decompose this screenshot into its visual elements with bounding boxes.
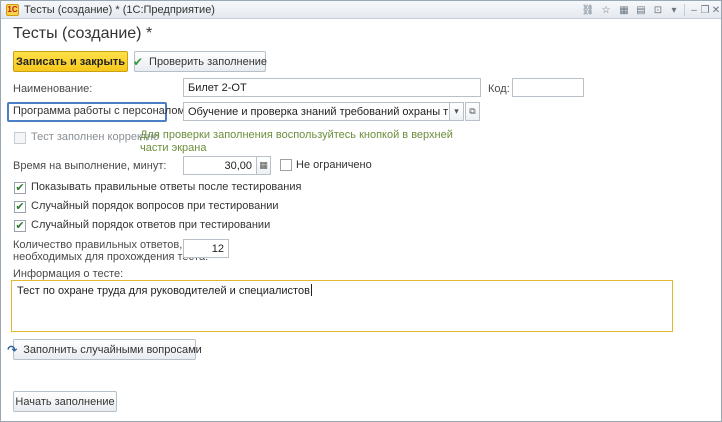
fill-random-button[interactable]: ↷ Заполнить случайными вопросами [7,339,202,360]
favorite-icon[interactable]: ☆ [599,3,613,17]
info-textarea[interactable]: Тест по охране труда для руководителей и… [11,280,673,332]
code-label: Код: [488,83,510,95]
calendar-icon[interactable]: ▦ [617,3,631,17]
show-answers-label: Показывать правильные ответы после тести… [31,181,302,193]
program-dropdown-button[interactable]: ▾ [449,102,464,121]
link-icon[interactable]: ⛓ [581,3,595,17]
window-title: Тесты (создание) * (1С:Предприятие) [24,4,215,16]
time-field[interactable]: 30,00 [183,156,257,175]
app-logo-icon: 1С [6,4,19,16]
title-bar: 1С Тесты (создание) * (1С:Предприятие) ⛓… [1,1,721,19]
correct-count-label-line2: необходимых для прохождения теста: [13,251,209,263]
window: 1С Тесты (создание) * (1С:Предприятие) ⛓… [0,0,722,422]
program-field[interactable]: Обучение и проверка знаний требований ох… [183,102,450,121]
text-cursor [310,284,312,296]
time-calculator-button[interactable]: ▦ [256,156,271,175]
check-icon: ✔ [132,54,144,69]
title-separator [684,4,685,16]
correct-count-field[interactable]: 12 [183,239,229,258]
check-fill-button[interactable]: ✔ Проверить заполнение [132,51,268,72]
start-fill-button[interactable]: Начать заполнение [13,391,117,412]
save-close-button[interactable]: Записать и закрыть [13,51,128,72]
test-correct-checkbox[interactable] [14,132,26,144]
program-open-button[interactable]: ⧉ [465,102,480,121]
calculator-icon: ▦ [259,160,268,170]
name-label: Наименование: [13,83,93,95]
page-title: Тесты (создание) * [13,25,153,42]
unlimited-checkbox[interactable] [280,159,292,171]
random-questions-label: Случайный порядок вопросов при тестирова… [31,200,279,212]
chevron-down-icon: ▾ [454,106,459,116]
random-answers-checkbox[interactable]: ✔ [14,220,26,232]
random-questions-checkbox[interactable]: ✔ [14,201,26,213]
close-icon[interactable]: ✕ [709,3,722,17]
show-answers-checkbox[interactable]: ✔ [14,182,26,194]
code-field[interactable] [512,78,584,97]
info-label: Информация о тесте: [13,268,124,280]
correct-count-label-line1: Количество правильных ответов, [13,239,183,251]
random-answers-label: Случайный порядок ответов при тестирован… [31,219,271,231]
history-icon[interactable]: ⊡ [651,3,665,17]
check-fill-label: Проверить заполнение [149,55,268,68]
menu-icon[interactable]: ▾ [667,3,681,17]
fill-random-label: Заполнить случайными вопросами [23,343,202,356]
test-correct-hint: Для проверки заполнения воспользуйтесь к… [140,129,453,154]
unlimited-label: Не ограничено [296,159,372,171]
info-text: Тест по охране труда для руководителей и… [17,285,310,297]
open-icon: ⧉ [469,106,476,116]
calculator-icon[interactable]: ▤ [634,3,648,17]
time-label: Время на выполнение, минут: [13,160,167,172]
program-label: Программа работы с персоналом: [7,102,188,122]
name-field[interactable]: Билет 2-ОТ [183,78,481,97]
fill-icon: ↷ [7,342,18,357]
